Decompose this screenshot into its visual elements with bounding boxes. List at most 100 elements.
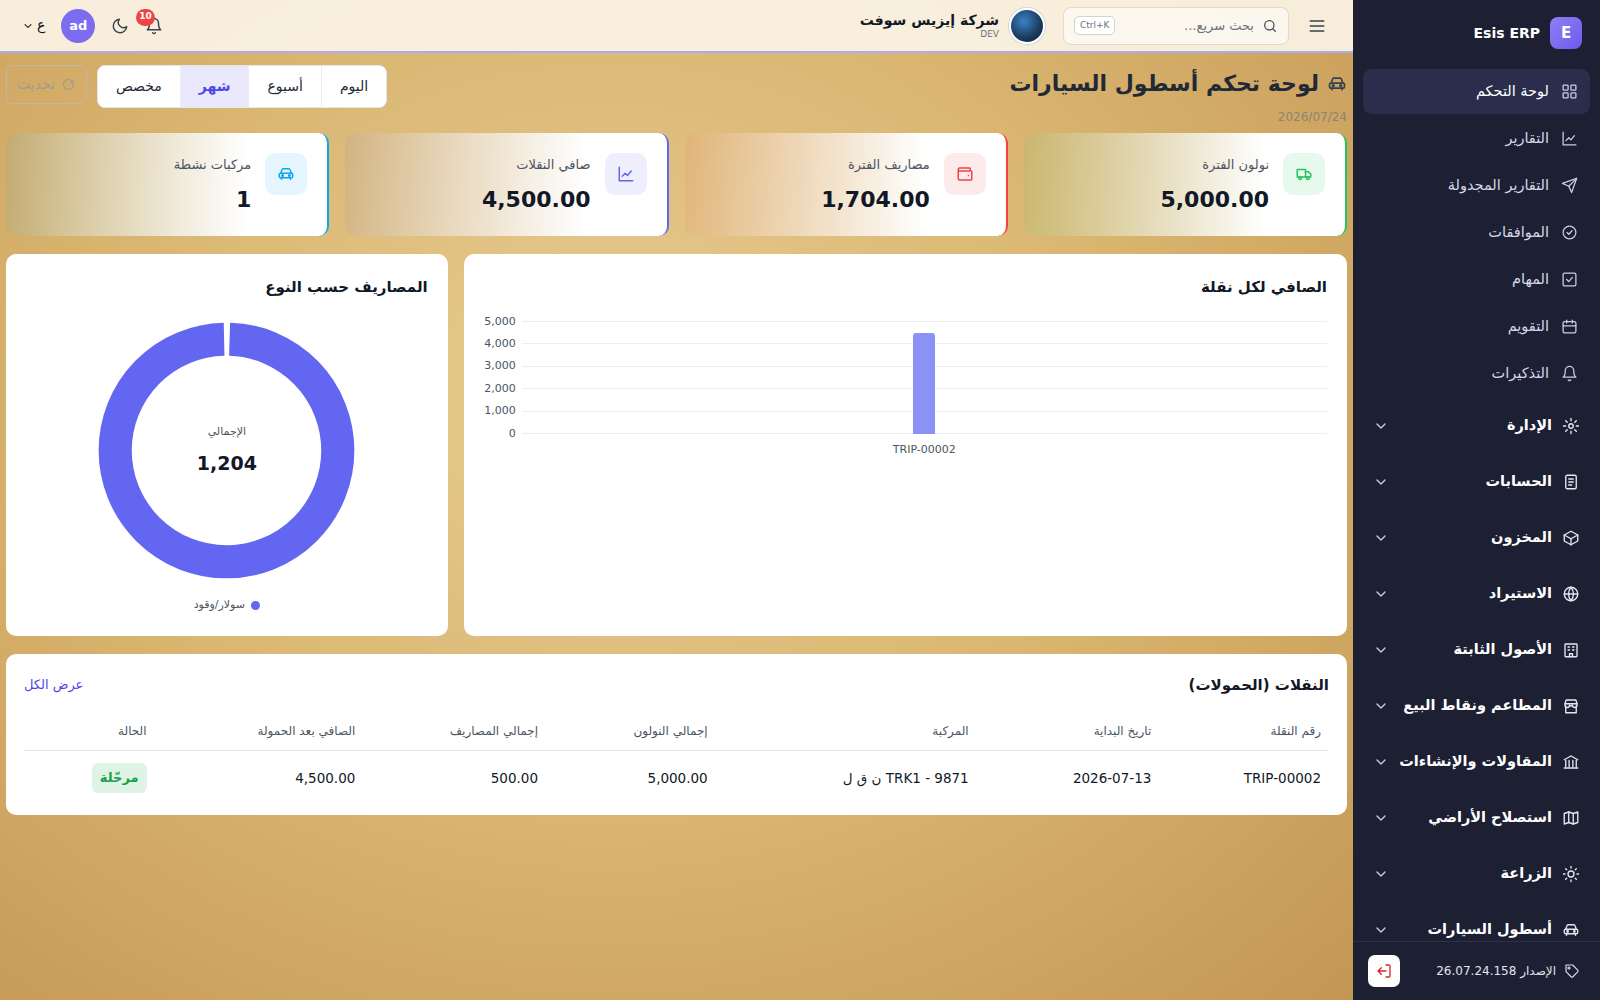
sidebar-label: الأصول الثابتة: [1454, 639, 1552, 661]
table-cell: TRK1 - 9871 ن ق ل: [716, 751, 977, 805]
stat-card: مركبات نشطة1: [6, 133, 329, 236]
stat-value: 1,704.00: [821, 183, 930, 216]
view-all-link[interactable]: عرض الكل: [24, 675, 83, 695]
sidebar-item[interactable]: المقاولات والإنشاءات: [1353, 734, 1600, 790]
stat-icon-box: [1283, 153, 1325, 195]
theme-toggle[interactable]: [111, 17, 129, 35]
sidebar-label: الإدارة: [1507, 415, 1552, 437]
car-icon: [1562, 921, 1580, 939]
sidebar-label: الحسابات: [1485, 471, 1552, 493]
trips-table: رقم النقلةتاريخ البدايةالمركبةإجمالي الن…: [24, 712, 1329, 805]
legend-dot: [251, 601, 260, 610]
map-icon: [1562, 809, 1580, 827]
stat-label: نولون الفترة: [1160, 155, 1269, 175]
sidebar-item[interactable]: أسطول السيارات: [1353, 902, 1600, 941]
donut-segment[interactable]: [116, 339, 339, 562]
stat-icon-box: [605, 153, 647, 195]
sidebar-item[interactable]: الموافقات: [1363, 210, 1590, 255]
stat-card: نولون الفترة5,000.00: [1024, 133, 1347, 236]
sidebar-item[interactable]: الزراعة: [1353, 846, 1600, 902]
stat-icon-box: [265, 153, 307, 195]
cell-text: 2026-07-13: [1073, 770, 1151, 786]
brand: EEsis ERP: [1353, 0, 1600, 66]
sidebar-item[interactable]: لوحة التحكم: [1363, 69, 1590, 114]
chart-title: الصافي لكل نقلة: [484, 276, 1327, 299]
legend-item: سولار/وقود: [194, 597, 260, 614]
menu-button[interactable]: [1307, 16, 1327, 36]
sidebar-item[interactable]: التقارير: [1363, 116, 1590, 161]
brand-name: Esis ERP: [1473, 23, 1540, 44]
donut-center: الإجمالي1,204: [94, 318, 359, 583]
column-header: إجمالي المصاريف: [363, 712, 546, 751]
axis-tick: 1,000: [484, 403, 516, 420]
sidebar-item[interactable]: الحسابات: [1353, 454, 1600, 510]
grid-line: [522, 321, 1327, 322]
company-switcher[interactable]: شركة إيزيس سوفتDEV: [860, 8, 1045, 44]
sidebar-item[interactable]: التقارير المجدولة: [1363, 163, 1590, 208]
top-bar: Ctrl+K شركة إيزيس سوفتDEV 10 ad ع: [0, 0, 1353, 53]
car-icon: [1327, 74, 1347, 94]
sun-icon: [1562, 865, 1580, 883]
refresh-button[interactable]: تحديث: [6, 65, 87, 104]
refresh-label: تحديث: [17, 74, 55, 95]
chevron-down-icon: [1373, 810, 1389, 826]
language-switcher[interactable]: ع: [22, 15, 45, 36]
chevron-down-icon: [1373, 866, 1389, 882]
axis-tick: 3,000: [484, 359, 516, 376]
moon-icon: [111, 17, 129, 35]
donut-holder: الإجمالي1,204: [94, 318, 359, 583]
sidebar-item[interactable]: الإدارة: [1353, 398, 1600, 454]
sidebar-item[interactable]: الأصول الثابتة: [1353, 622, 1600, 678]
stat-text: صافي النقلات4,500.00: [482, 153, 591, 216]
version-text: الإصدار 26.07.24.158: [1436, 962, 1556, 980]
chevron-down-icon: [1373, 586, 1389, 602]
refresh-icon: [61, 77, 76, 92]
period-tab[interactable]: مخصص: [98, 66, 181, 107]
cell-text: TRIP-00002: [1244, 770, 1321, 786]
sidebar-item[interactable]: المطاعم ونقاط البيع: [1353, 678, 1600, 734]
sidebar-item[interactable]: التذكيرات: [1363, 351, 1590, 396]
sidebar-item[interactable]: الاستيراد: [1353, 566, 1600, 622]
stat-text: نولون الفترة5,000.00: [1160, 153, 1269, 216]
menu-icon: [1307, 16, 1327, 36]
stat-cards: نولون الفترة5,000.00 مصاريف الفترة1,704.0…: [6, 133, 1347, 236]
table-cell: 500.00: [363, 751, 546, 805]
chart-title: المصاريف حسب النوع: [26, 276, 428, 299]
sidebar-label: المهام: [1512, 269, 1549, 291]
chart-legend: سولار/وقود: [26, 597, 428, 614]
store-icon: [1562, 697, 1580, 715]
sidebar-item[interactable]: التقويم: [1363, 304, 1590, 349]
period-tab[interactable]: أسبوع: [249, 66, 321, 107]
stat-text: مصاريف الفترة1,704.00: [821, 153, 930, 216]
stat-icon-box: [944, 153, 986, 195]
sidebar-item[interactable]: استصلاح الأراضي: [1353, 790, 1600, 846]
topbar-end: 10 ad ع: [22, 9, 163, 43]
language-label: ع: [37, 15, 45, 36]
donut-total: 1,204: [197, 449, 257, 478]
search-input[interactable]: [1121, 15, 1256, 37]
main-area: Ctrl+K شركة إيزيس سوفتDEV 10 ad ع لوحة تحكم أ…: [0, 0, 1353, 1000]
table-cell: 4,500.00: [155, 751, 364, 805]
page-header: لوحة تحكم أسطول السيارات2026/07/24اليومأ…: [6, 65, 1347, 131]
box-icon: [1562, 529, 1580, 547]
page-title: لوحة تحكم أسطول السيارات: [1009, 67, 1347, 100]
chevron-down-icon: [1373, 530, 1389, 546]
period-tabs: اليومأسبوعشهرمخصص: [97, 65, 387, 108]
sidebar-label: التقارير: [1505, 128, 1549, 150]
user-avatar[interactable]: ad: [61, 9, 95, 43]
shortcut-hint: Ctrl+K: [1074, 16, 1115, 36]
sidebar-label: المخزون: [1491, 527, 1552, 549]
bar-slot: [522, 322, 1327, 434]
sidebar-item[interactable]: المخزون: [1353, 510, 1600, 566]
logout-button[interactable]: [1368, 955, 1400, 987]
sidebar-label: التقويم: [1508, 316, 1549, 338]
company-name: شركة إيزيس سوفت: [860, 12, 999, 29]
period-tab[interactable]: شهر: [181, 66, 250, 107]
gear-icon: [1562, 417, 1580, 435]
sidebar-item[interactable]: المهام: [1363, 257, 1590, 302]
notifications-button[interactable]: 10: [145, 17, 163, 35]
period-tab[interactable]: اليوم: [322, 66, 386, 107]
table-row[interactable]: TRIP-000022026-07-13TRK1 - 9871 ن ق ل5,0…: [24, 751, 1329, 805]
trips-card: النقلات (الحمولات)عرض الكلرقم النقلةتاري…: [6, 654, 1347, 815]
table-body: TRIP-000022026-07-13TRK1 - 9871 ن ق ل5,0…: [24, 751, 1329, 805]
